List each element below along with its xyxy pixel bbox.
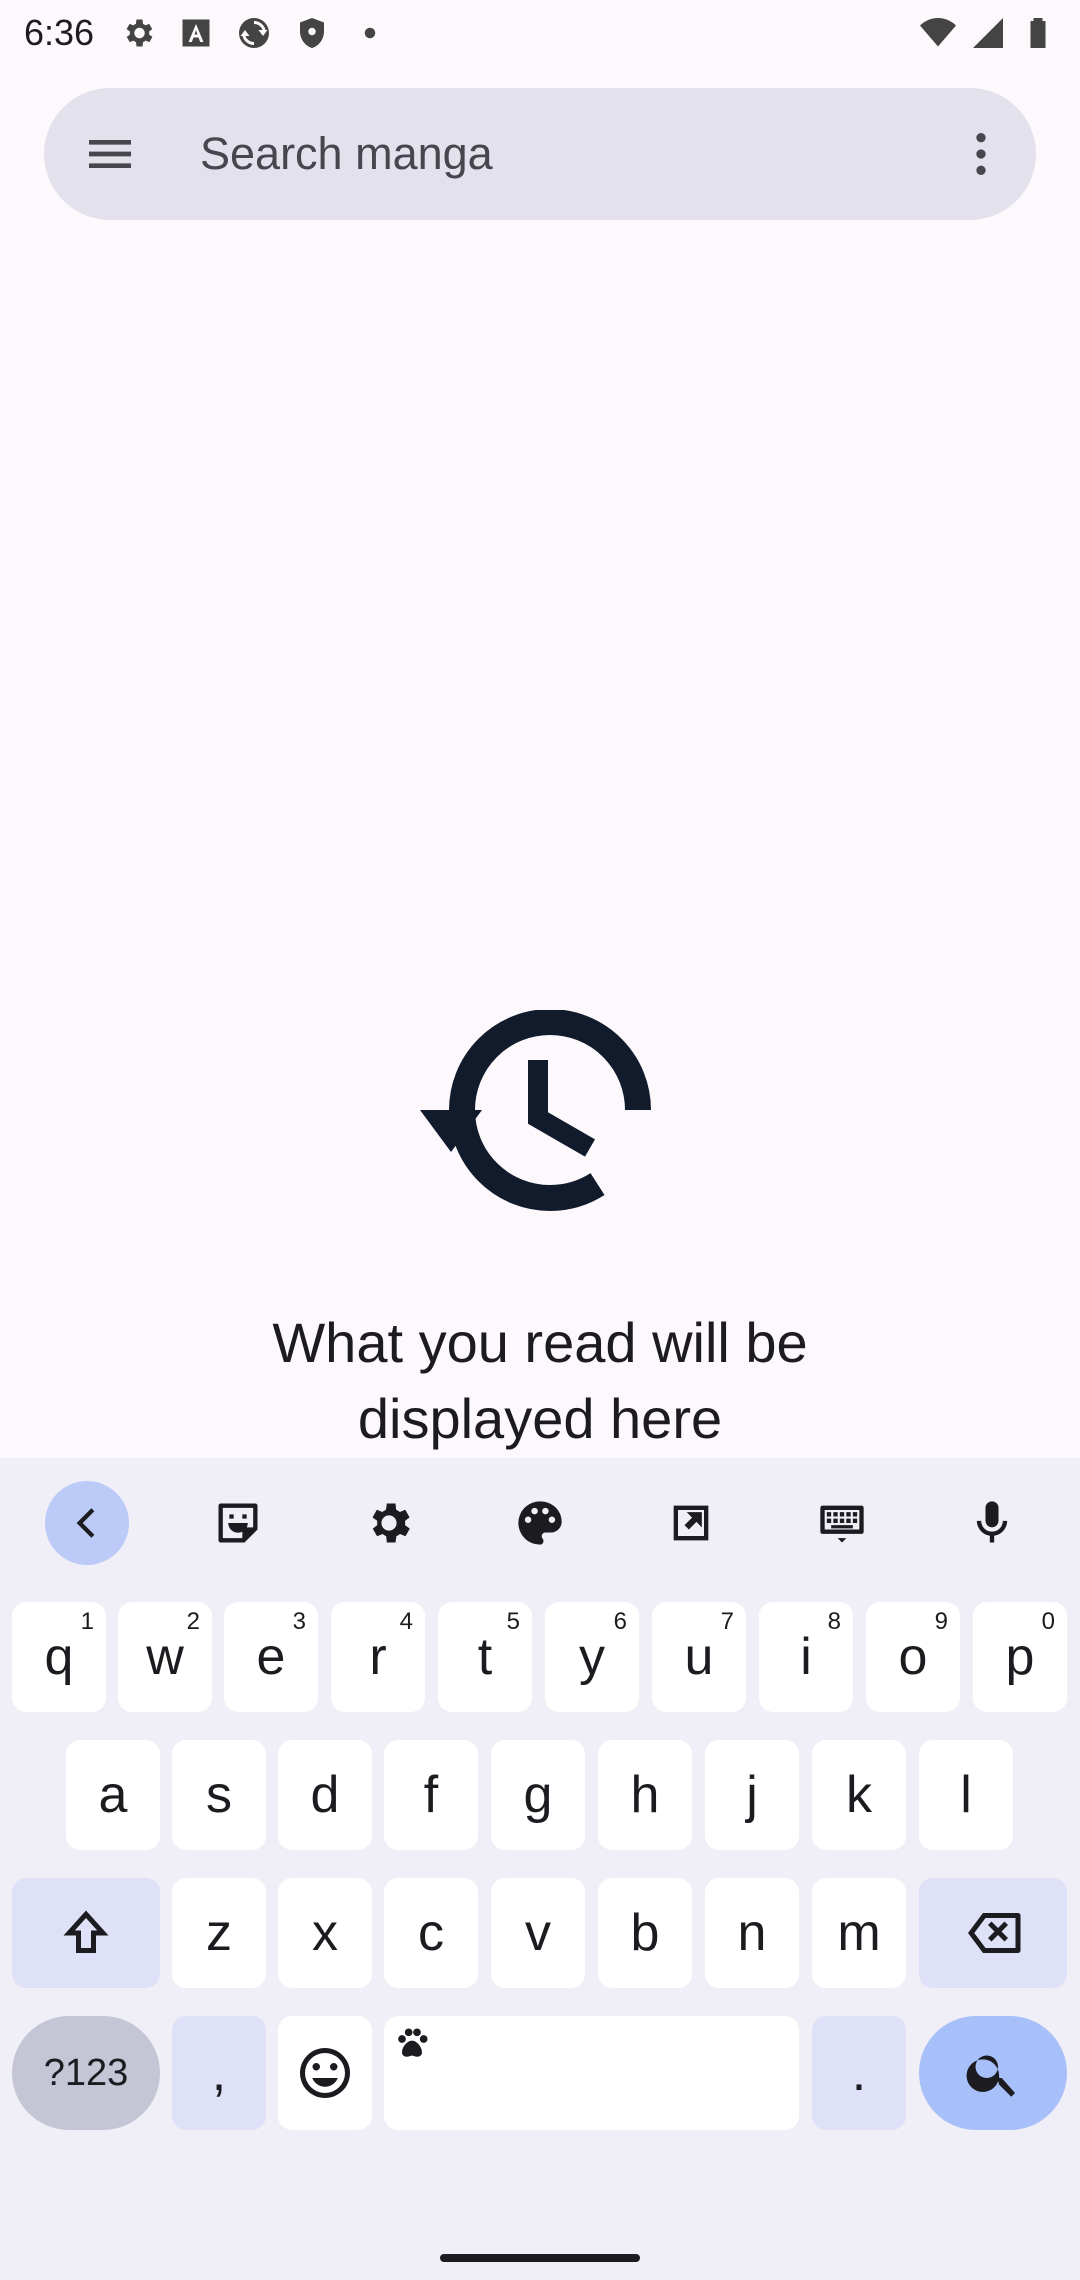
key-x[interactable]: x bbox=[278, 1878, 372, 1988]
key-b[interactable]: b bbox=[598, 1878, 692, 1988]
key-a[interactable]: a bbox=[66, 1740, 160, 1850]
key-q[interactable]: q1 bbox=[12, 1602, 106, 1712]
hamburger-menu-icon bbox=[89, 140, 131, 168]
history-icon bbox=[420, 1009, 660, 1225]
key-n[interactable]: n bbox=[705, 1878, 799, 1988]
palette-icon bbox=[518, 1501, 562, 1545]
resize-button[interactable] bbox=[649, 1481, 733, 1565]
battery-icon bbox=[1020, 15, 1056, 51]
sticker-icon bbox=[218, 1503, 258, 1543]
space-key[interactable] bbox=[384, 2016, 799, 2130]
search-key[interactable] bbox=[919, 2016, 1067, 2130]
shift-key[interactable] bbox=[12, 1878, 160, 1988]
backspace-icon bbox=[968, 1913, 1021, 1953]
key-t[interactable]: t5 bbox=[438, 1602, 532, 1712]
key-f[interactable]: f bbox=[384, 1740, 478, 1850]
comma-key[interactable]: , bbox=[172, 2016, 266, 2130]
sticker-button[interactable] bbox=[196, 1481, 280, 1565]
keyboard-back-button[interactable] bbox=[45, 1481, 130, 1565]
period-key[interactable]: . bbox=[812, 2016, 906, 2130]
paw-icon bbox=[398, 2028, 428, 2057]
more-options-button[interactable] bbox=[926, 88, 1036, 220]
settings-icon bbox=[372, 1503, 410, 1543]
menu-button[interactable] bbox=[44, 88, 176, 220]
key-g[interactable]: g bbox=[491, 1740, 585, 1850]
key-y[interactable]: y6 bbox=[545, 1602, 639, 1712]
shield-icon bbox=[294, 15, 330, 51]
status-time: 6:36 bbox=[24, 12, 95, 53]
resize-icon bbox=[673, 1505, 709, 1541]
key-r[interactable]: r4 bbox=[331, 1602, 425, 1712]
settings-icon bbox=[120, 15, 156, 51]
more-vert-icon bbox=[976, 133, 986, 175]
font-a-icon bbox=[178, 15, 214, 51]
key-u[interactable]: u7 bbox=[652, 1602, 746, 1712]
search-bar bbox=[44, 88, 1036, 220]
gesture-nav-handle[interactable] bbox=[440, 2254, 640, 2262]
symbols-key[interactable]: ?123 bbox=[12, 2016, 160, 2130]
key-e[interactable]: e3 bbox=[224, 1602, 318, 1712]
key-i[interactable]: i8 bbox=[759, 1602, 853, 1712]
key-o[interactable]: o9 bbox=[866, 1602, 960, 1712]
wifi-icon bbox=[920, 15, 956, 51]
back-icon bbox=[77, 1508, 95, 1538]
key-l[interactable]: l bbox=[919, 1740, 1013, 1850]
search-input[interactable] bbox=[176, 88, 926, 220]
mic-icon bbox=[977, 1501, 1008, 1543]
keyboard-icon bbox=[819, 1505, 864, 1543]
keyboard-row-4: ?123 , . bbox=[0, 2016, 1080, 2130]
emoji-key[interactable] bbox=[278, 2016, 372, 2130]
soft-keyboard: q1 w2 e3 r4 t5 y6 u7 i8 o9 p0 a s d f g … bbox=[0, 1458, 1080, 2280]
shift-icon bbox=[63, 1910, 109, 1953]
emoji-icon bbox=[300, 2048, 350, 2098]
key-s[interactable]: s bbox=[172, 1740, 266, 1850]
status-bar: 6:36 bbox=[0, 0, 1080, 66]
keyboard-layout-button[interactable] bbox=[800, 1481, 884, 1565]
theme-button[interactable] bbox=[498, 1481, 582, 1565]
signal-icon bbox=[970, 15, 1006, 51]
key-z[interactable]: z bbox=[172, 1878, 266, 1988]
keyboard-row-2: a s d f g h j k l bbox=[0, 1740, 1080, 1850]
status-icons-left bbox=[120, 15, 388, 51]
key-j[interactable]: j bbox=[705, 1740, 799, 1850]
key-m[interactable]: m bbox=[812, 1878, 906, 1988]
backspace-key[interactable] bbox=[919, 1878, 1067, 1988]
keyboard-settings-button[interactable] bbox=[347, 1481, 431, 1565]
key-d[interactable]: d bbox=[278, 1740, 372, 1850]
search-icon bbox=[966, 2055, 1015, 2097]
status-icons-right bbox=[920, 15, 1056, 51]
key-h[interactable]: h bbox=[598, 1740, 692, 1850]
key-w[interactable]: w2 bbox=[118, 1602, 212, 1712]
key-c[interactable]: c bbox=[384, 1878, 478, 1988]
dot-icon bbox=[352, 15, 388, 51]
sync-icon bbox=[236, 15, 272, 51]
empty-state: What you read will be displayed here bbox=[0, 1009, 1080, 1457]
key-v[interactable]: v bbox=[491, 1878, 585, 1988]
keyboard-toolbar bbox=[0, 1458, 1080, 1588]
keyboard-row-3: z x c v b n m bbox=[0, 1878, 1080, 1988]
keyboard-row-1: q1 w2 e3 r4 t5 y6 u7 i8 o9 p0 bbox=[0, 1602, 1080, 1712]
key-k[interactable]: k bbox=[812, 1740, 906, 1850]
key-p[interactable]: p0 bbox=[973, 1602, 1067, 1712]
empty-state-message: What you read will be displayed here bbox=[272, 1311, 808, 1450]
voice-input-button[interactable] bbox=[950, 1481, 1034, 1565]
